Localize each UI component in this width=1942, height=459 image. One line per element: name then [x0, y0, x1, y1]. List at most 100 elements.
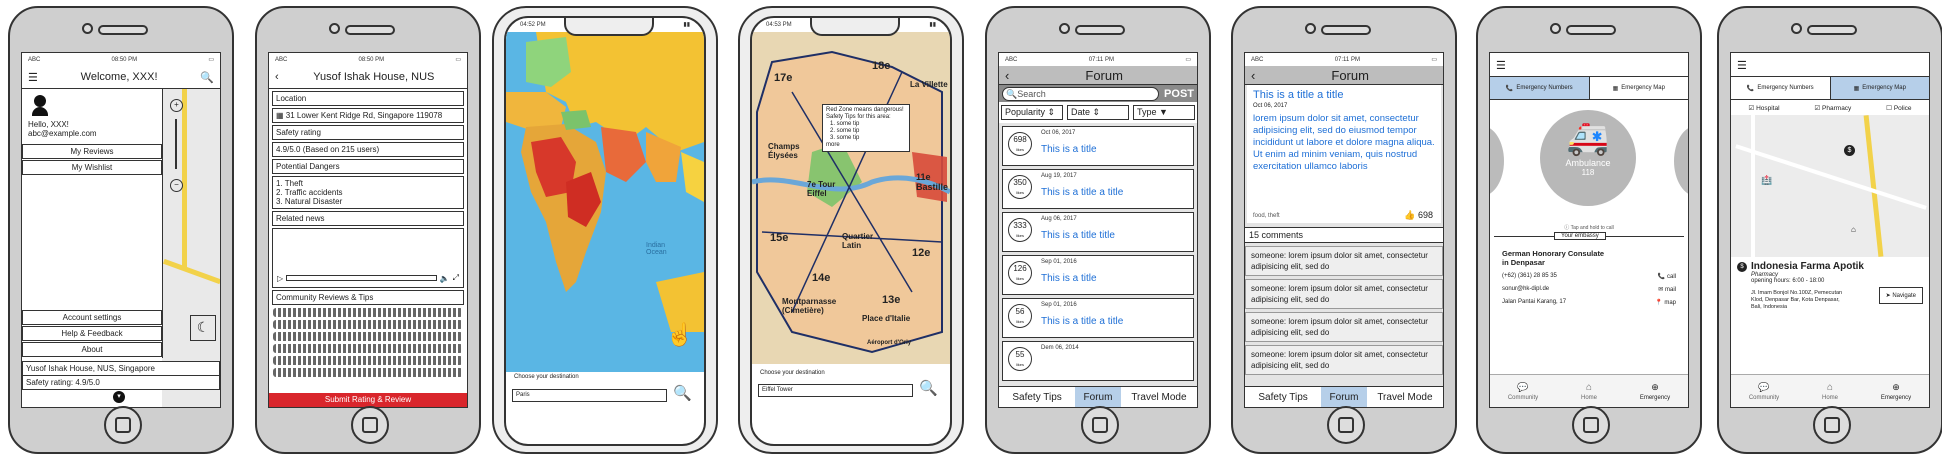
- home-button[interactable]: [351, 406, 389, 444]
- paris-map[interactable]: 17e 18e La Villette Champs Élysées 7e To…: [752, 32, 950, 364]
- tab-emergency-map[interactable]: ▦ Emergency Map: [1830, 77, 1929, 99]
- police-checkbox[interactable]: ☐ Police: [1886, 104, 1911, 112]
- about-item[interactable]: About: [22, 342, 162, 357]
- nav-community[interactable]: 💬 Community: [1490, 375, 1556, 407]
- clock: 07:11 PM: [1334, 56, 1360, 63]
- post-date: Sep 01, 2016: [1041, 302, 1077, 308]
- current-location-icon: ⌂: [1851, 225, 1856, 234]
- tab-emergency-map[interactable]: ▦ Emergency Map: [1590, 77, 1689, 99]
- destination-input[interactable]: Paris: [512, 389, 667, 402]
- forum-post-card[interactable]: 126 likes Sep 01, 2016 This is a title: [1002, 255, 1194, 295]
- district-label: 15e: [770, 232, 789, 244]
- hamburger-icon[interactable]: ☰: [1737, 59, 1929, 72]
- hospital-marker-icon[interactable]: 🏥: [1761, 175, 1772, 186]
- emergency-map[interactable]: $ 🏥 ⌂: [1731, 115, 1929, 257]
- back-icon[interactable]: ‹: [275, 71, 279, 83]
- tab-forum[interactable]: Forum: [1075, 387, 1121, 407]
- search-icon[interactable]: 🔍: [919, 379, 938, 397]
- home-button[interactable]: [1327, 406, 1365, 444]
- call-button[interactable]: 📞 call: [1658, 273, 1676, 280]
- volume-icon[interactable]: 🔈: [440, 274, 450, 283]
- nav-home[interactable]: ⌂ Home: [1797, 375, 1863, 407]
- pharmacy-marker-icon[interactable]: $: [1844, 145, 1855, 156]
- my-wishlist-item[interactable]: My Wishlist: [22, 160, 162, 175]
- search-icon[interactable]: 🔍: [200, 71, 214, 84]
- play-icon[interactable]: ▷: [277, 274, 283, 283]
- tab-safety-tips[interactable]: Safety Tips: [999, 387, 1075, 407]
- post-title[interactable]: This is a title a title: [1041, 187, 1123, 198]
- hospital-checkbox[interactable]: ☑ Hospital: [1748, 104, 1779, 112]
- home-button[interactable]: [104, 406, 142, 444]
- forum-post-card[interactable]: 698 likes Oct 06, 2017 This is a title: [1002, 126, 1194, 166]
- clock: 04:52 PM: [520, 21, 546, 28]
- date-filter[interactable]: Date ⇕: [1067, 105, 1129, 120]
- destination-input[interactable]: Eiffel Tower: [758, 384, 913, 397]
- place-card[interactable]: $ Indonesia Farma Apotik Pharmacy openin…: [1731, 257, 1929, 325]
- ambulance-call-button[interactable]: 🚑 Ambulance 118: [1540, 110, 1636, 206]
- filter-label: Popularity: [1005, 107, 1046, 117]
- post-title[interactable]: This is a title: [1041, 273, 1097, 284]
- video-progress[interactable]: [286, 275, 437, 281]
- world-map[interactable]: Indian Ocean ☝: [506, 32, 704, 372]
- post-date: Sep 01, 2016: [1041, 259, 1077, 265]
- search-icon[interactable]: 🔍: [673, 384, 692, 402]
- post-title[interactable]: This is a title: [1041, 144, 1097, 155]
- world-map-svg: [506, 32, 704, 332]
- back-icon[interactable]: ‹: [1251, 68, 1255, 83]
- account-settings-item[interactable]: Account settings: [22, 310, 162, 325]
- screen: ABC 07:11 PM ▭ ‹ Forum 🔍Search POST Popula…: [998, 52, 1198, 408]
- tab-forum[interactable]: Forum: [1321, 387, 1367, 407]
- mail-button[interactable]: ✉ mail: [1658, 286, 1676, 293]
- tab-safety-tips[interactable]: Safety Tips: [1245, 387, 1321, 407]
- page-title: Yusof Ishak House, NUS: [313, 71, 435, 83]
- earpiece: [345, 25, 395, 35]
- nav-community[interactable]: 💬 Community: [1731, 375, 1797, 407]
- forum-post-card[interactable]: 55 likes Dem 06, 2014: [1002, 341, 1194, 381]
- search-input[interactable]: 🔍Search: [1002, 86, 1160, 101]
- embassy-name: German Honorary Consulate in Denpasar: [1502, 249, 1605, 267]
- pan-gesture-icon[interactable]: ☝: [666, 322, 693, 348]
- video-player[interactable]: ▷ 🔈 ⤢: [272, 228, 464, 288]
- navigate-button[interactable]: ➤ Navigate: [1878, 287, 1923, 304]
- zoom-slider[interactable]: [175, 119, 177, 169]
- like-button[interactable]: 👍 698: [1404, 210, 1433, 221]
- forum-post-card[interactable]: 56 likes Sep 01, 2016 This is a title a tit…: [1002, 298, 1194, 338]
- zoom-out-icon[interactable]: −: [170, 179, 183, 192]
- submit-review-button[interactable]: Submit Rating & Review: [269, 393, 467, 407]
- hamburger-icon[interactable]: ☰: [1496, 59, 1688, 72]
- post-title[interactable]: This is a title title: [1041, 230, 1115, 241]
- zoom-in-icon[interactable]: +: [170, 99, 183, 112]
- popup-more-link[interactable]: more: [826, 142, 906, 149]
- pharmacy-checkbox[interactable]: ☑ Pharmacy: [1814, 104, 1851, 112]
- home-button[interactable]: [1081, 406, 1119, 444]
- front-camera: [1791, 23, 1802, 34]
- popularity-filter[interactable]: Popularity ⇕: [1001, 105, 1063, 120]
- tab-travel-mode[interactable]: Travel Mode: [1121, 387, 1197, 407]
- carousel-next[interactable]: [1674, 126, 1688, 196]
- post-button[interactable]: POST: [1164, 88, 1194, 100]
- back-icon[interactable]: ‹: [1005, 68, 1009, 83]
- tab-emergency-numbers[interactable]: 📞 Emergency Numbers: [1490, 77, 1590, 99]
- tab-label: Emergency Map: [1621, 85, 1665, 91]
- carousel-prev[interactable]: [1490, 126, 1504, 196]
- expand-icon[interactable]: ▾: [113, 391, 125, 403]
- hamburger-icon[interactable]: ☰: [28, 71, 38, 84]
- nav-emergency[interactable]: ⊕ Emergency: [1863, 375, 1929, 407]
- forum-post-card[interactable]: 333 likes Aug 06, 2017 This is a title titl…: [1002, 212, 1194, 252]
- nav-home[interactable]: ⌂ Home: [1556, 375, 1622, 407]
- home-button[interactable]: [1813, 406, 1851, 444]
- fullscreen-icon[interactable]: ⤢: [453, 273, 459, 283]
- help-feedback-item[interactable]: Help & Feedback: [22, 326, 162, 341]
- post-title[interactable]: This is a title a title: [1041, 316, 1123, 327]
- service-carousel[interactable]: 🚑 Ambulance 118: [1490, 104, 1688, 224]
- nav-emergency[interactable]: ⊕ Emergency: [1622, 375, 1688, 407]
- post-date: Aug 06, 2017: [1041, 216, 1077, 222]
- tab-travel-mode[interactable]: Travel Mode: [1367, 387, 1443, 407]
- night-mode-icon[interactable]: ☾: [190, 315, 216, 341]
- type-filter[interactable]: Type ▼: [1133, 105, 1195, 120]
- my-reviews-item[interactable]: My Reviews: [22, 144, 162, 159]
- map-button[interactable]: 📍 map: [1655, 299, 1676, 306]
- forum-post-card[interactable]: 350 likes Aug 19, 2017 This is a title a ti…: [1002, 169, 1194, 209]
- tab-emergency-numbers[interactable]: 📞 Emergency Numbers: [1731, 77, 1831, 99]
- home-button[interactable]: [1572, 406, 1610, 444]
